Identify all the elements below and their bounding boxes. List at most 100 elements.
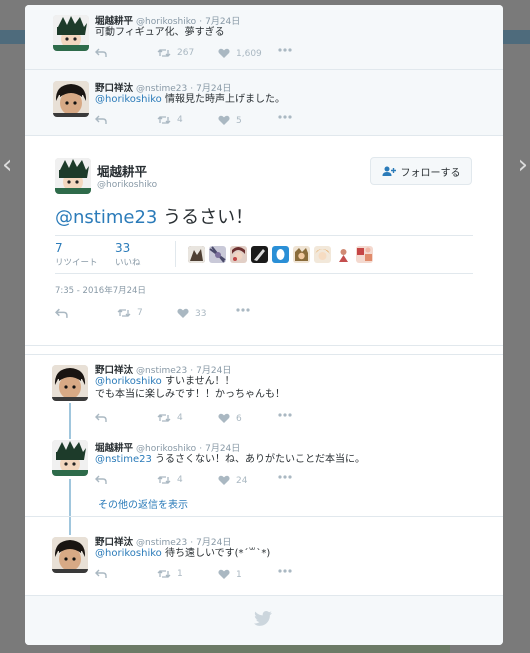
main-tweet-user-handle[interactable]: @horikoshiko [97,180,157,190]
mention-link[interactable]: @horikoshiko [95,548,162,559]
liker-avatar[interactable] [293,246,310,263]
divider [25,345,503,346]
avatar[interactable] [52,440,88,476]
liker-avatar[interactable] [314,246,331,263]
reply-tweet[interactable]: 野口祥汰 @nstime23 · 7月24日 @horikoshiko すいませ… [25,354,503,432]
like-count: 33 [195,308,207,319]
reply-tweet[interactable]: 野口祥汰 @nstime23 · 7月24日 @horikoshiko 待ち遠し… [25,527,503,593]
retweet-icon [117,309,131,317]
retweet-count: 4 [177,475,183,485]
tweet-header: 野口祥汰 @nstime23 · 7月24日 [95,534,231,548]
retweet-button[interactable]: 1 [157,569,183,579]
tweet-text: @nstime23 うるさくない！ね、ありがたいことだ本当に。 [95,453,365,466]
like-count: 6 [236,413,242,424]
mention-link[interactable]: @nstime23 [95,454,152,465]
reply-button[interactable] [95,115,107,125]
more-options-button[interactable] [278,413,292,417]
retweet-button[interactable]: 4 [157,413,183,423]
liker-avatar[interactable] [188,246,205,263]
heart-icon [218,413,230,423]
reply-button[interactable] [95,569,107,579]
retweet-button[interactable]: 267 [157,48,194,58]
retweet-count: 4 [177,115,183,125]
retweet-stat-count: 7 [55,241,63,255]
retweet-icon [157,570,171,578]
like-button[interactable]: 33 [177,308,206,319]
mention-link[interactable]: @nstime23 [55,207,157,228]
avatar[interactable] [53,15,89,51]
reply-tweet[interactable]: 堀越耕平 @horikoshiko · 7月24日 @nstime23 うるさく… [25,433,503,493]
retweet-count: 1 [177,569,183,579]
liker-avatar[interactable] [251,246,268,263]
follow-button[interactable]: フォローする [370,157,472,185]
retweet-count: 4 [177,413,183,423]
reply-icon [95,413,107,422]
liker-avatar[interactable] [209,246,226,263]
reply-button[interactable] [55,308,68,319]
ancestor-tweet[interactable]: 堀越耕平 @horikoshiko · 7月24日 可動フィギュア化、夢すぎる … [25,5,503,70]
liker-avatar[interactable] [230,246,247,263]
retweet-icon [157,414,171,422]
liker-avatar[interactable] [272,246,289,263]
like-stat-count: 33 [115,241,131,255]
tweet-header: 堀越耕平 @horikoshiko · 7月24日 [95,440,240,454]
avatar[interactable] [52,537,88,573]
like-button[interactable]: 6 [218,413,242,424]
main-tweet-timestamp: 7:35 - 2016年7月24日 [55,286,146,296]
reply-button[interactable] [95,48,107,58]
like-stat[interactable]: 33 いいね [115,241,141,268]
tweet-header: 野口祥汰 @nstime23 · 7月24日 [95,362,231,376]
heart-icon [218,48,230,58]
add-user-icon [382,166,396,176]
like-count: 1 [236,569,242,580]
like-button[interactable]: 1 [218,569,242,580]
retweet-count: 267 [177,48,195,58]
more-options-button[interactable] [278,115,292,119]
mention-link[interactable]: @horikoshiko [95,94,162,105]
more-icon [278,475,292,479]
like-stat-label: いいね [115,258,141,268]
liker-avatar[interactable] [356,246,373,263]
like-count: 24 [236,475,248,486]
tweet-permalink-modal: 堀越耕平 @horikoshiko · 7月24日 可動フィギュア化、夢すぎる … [25,5,503,645]
more-icon [236,308,250,312]
divider [175,241,176,267]
heart-icon [218,475,230,485]
avatar[interactable] [53,81,89,117]
divider [25,516,503,517]
tweet-text-line-2: でも本当に楽しみです！！かっちゃんも！ [95,389,285,400]
heart-icon [177,308,189,318]
ancestor-tweet[interactable]: 野口祥汰 @nstime23 · 7月24日 @horikoshiko 情報見た… [25,70,503,135]
tweet-text-body: すいません！！ [161,376,235,387]
retweet-icon [157,476,171,484]
more-options-button[interactable] [278,475,292,479]
tweet-text: @horikoshiko 待ち遠しいです(*´꒳`*) [95,547,270,560]
retweet-button[interactable]: 4 [157,475,183,485]
like-count: 5 [236,115,242,126]
reply-icon [95,48,107,57]
more-options-button[interactable] [278,569,292,573]
like-button[interactable]: 24 [218,475,247,486]
like-button[interactable]: 1,609 [218,48,262,59]
reply-button[interactable] [95,475,107,485]
main-tweet-user-name[interactable]: 堀越耕平 [97,161,147,180]
retweet-button[interactable]: 4 [157,115,183,125]
chevron-right-icon[interactable]: › [518,150,528,180]
like-button[interactable]: 5 [218,115,242,126]
show-more-replies-link[interactable]: その他の返信を表示 [98,496,188,511]
more-icon [278,413,292,417]
reply-button[interactable] [95,413,107,423]
retweet-stat[interactable]: 7 リツイート [55,241,98,268]
main-tweet-avatar[interactable] [55,158,91,194]
more-options-button[interactable] [278,48,292,52]
more-options-button[interactable] [236,308,250,312]
liker-avatar[interactable] [335,246,352,263]
divider [25,135,503,136]
mention-link[interactable]: @horikoshiko [95,376,162,387]
avatar[interactable] [52,365,88,401]
chevron-left-icon[interactable]: ‹ [2,150,12,180]
reply-icon [95,475,107,484]
retweet-button[interactable]: 7 [117,308,143,318]
tweet-text: @horikoshiko 情報見た時声上げました。 [95,93,285,106]
tweet-text-body: 情報見た時声上げました。 [161,94,285,105]
